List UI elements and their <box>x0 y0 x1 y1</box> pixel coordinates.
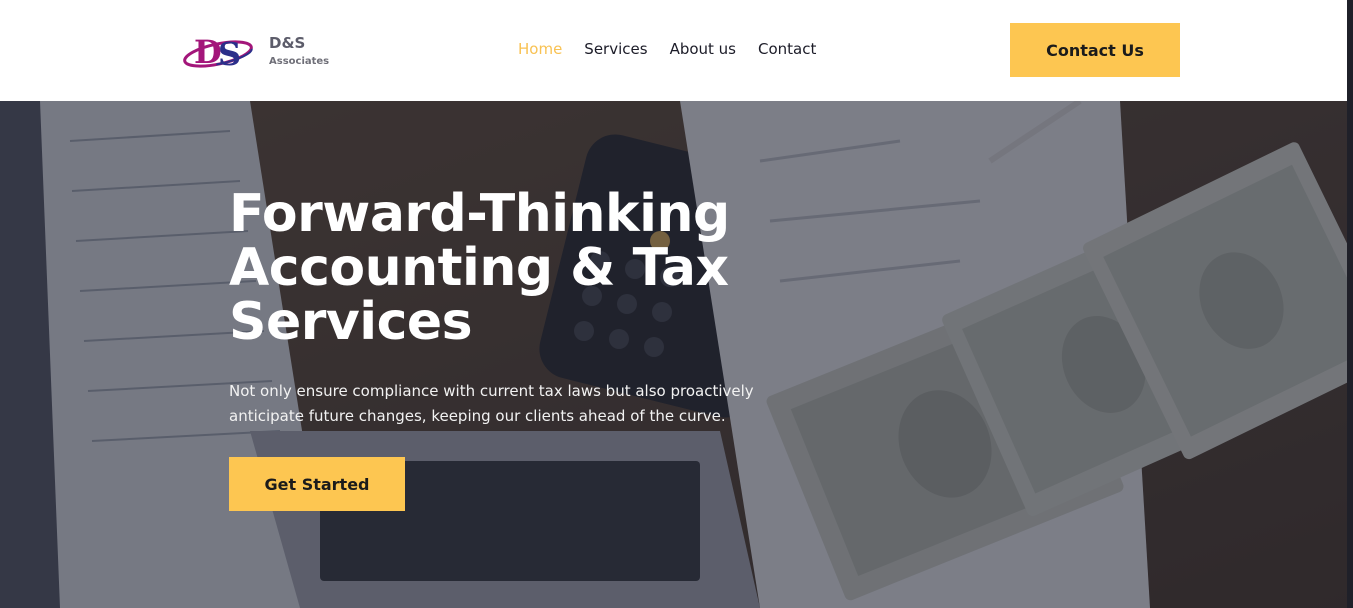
brand-tagline: Associates <box>269 56 330 67</box>
get-started-button[interactable]: Get Started <box>229 457 405 511</box>
nav-link-about[interactable]: About us <box>670 40 736 58</box>
hero-title: Forward-Thinking Accounting & Tax Servic… <box>229 184 730 352</box>
page-scrollbar[interactable] <box>1347 0 1353 608</box>
ds-logo-icon: D S <box>183 33 253 72</box>
brand-name: D&S <box>269 34 306 52</box>
hero-section: Forward-Thinking Accounting & Tax Servic… <box>0 101 1353 608</box>
contact-us-button[interactable]: Contact Us <box>1010 23 1180 77</box>
nav-link-home[interactable]: Home <box>518 40 562 58</box>
hero-overlay <box>0 101 1353 608</box>
nav-link-services[interactable]: Services <box>584 40 647 58</box>
nav-link-contact[interactable]: Contact <box>758 40 816 58</box>
svg-text:S: S <box>218 35 241 72</box>
site-header: D S D&S Associates Home Services About u… <box>0 0 1353 101</box>
main-nav: Home Services About us Contact <box>518 40 838 58</box>
brand-logo[interactable]: D S D&S Associates <box>182 30 342 74</box>
hero-description: Not only ensure compliance with current … <box>229 382 754 425</box>
